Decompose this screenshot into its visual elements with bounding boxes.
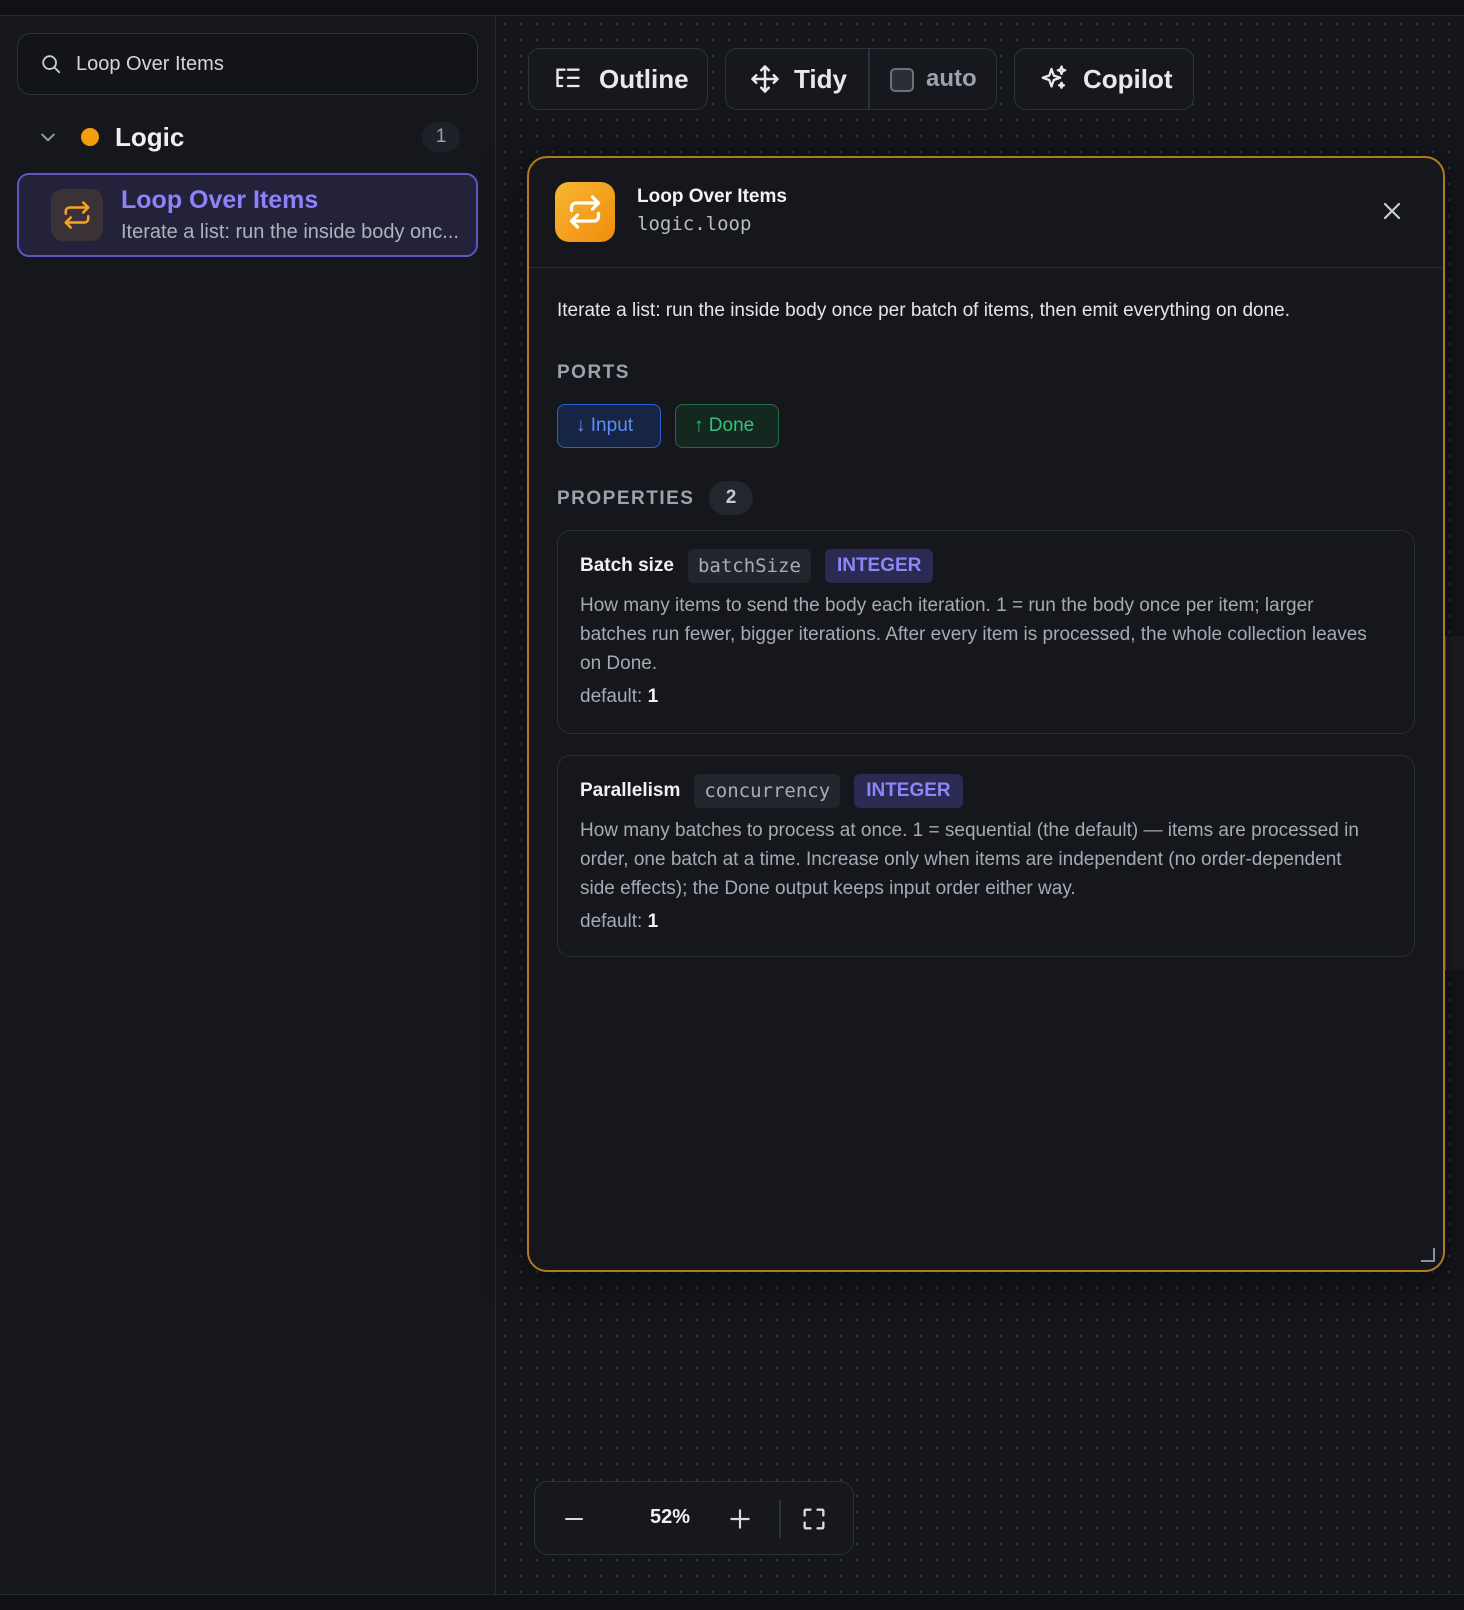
property-key: batchSize	[687, 549, 811, 583]
outline-button[interactable]: Outline	[528, 48, 708, 110]
property-name: Parallelism	[580, 780, 681, 801]
outline-label: Outline	[599, 63, 689, 94]
port-input[interactable]: ↓ Input	[557, 404, 661, 448]
property-type-badge: INTEGER	[824, 549, 934, 583]
panel-node-id: logic.loop	[637, 213, 752, 235]
zoom-level: 52%	[649, 1506, 691, 1528]
minus-icon[interactable]	[559, 1504, 589, 1534]
divider	[779, 1500, 781, 1538]
chevron-down-icon[interactable]	[35, 124, 61, 150]
bottom-bar	[0, 1594, 1464, 1610]
auto-tidy-label: auto	[926, 65, 977, 92]
default-value: 1	[647, 686, 659, 707]
close-icon[interactable]	[1377, 196, 1407, 226]
properties-count-badge: 2	[709, 481, 753, 515]
property-description: How many items to send the body each ite…	[580, 595, 1367, 674]
panel-header: Loop Over Items logic.loop	[529, 158, 1443, 268]
background-node-edge	[1445, 636, 1464, 970]
node-detail-panel: Loop Over Items logic.loop Iterate a lis…	[527, 156, 1445, 1272]
outline-icon	[553, 64, 583, 94]
properties-heading: PROPERTIES	[557, 488, 695, 509]
divider	[868, 49, 870, 109]
category-count-badge: 1	[422, 122, 460, 152]
default-label: default:	[580, 686, 643, 707]
loop-icon	[51, 189, 103, 241]
property-type-badge: INTEGER	[854, 774, 963, 808]
node-item-loop-over-items[interactable]: Loop Over Items Iterate a list: run the …	[17, 173, 478, 257]
property-card: Parallelism concurrency INTEGER How many…	[557, 755, 1415, 957]
fullscreen-icon[interactable]	[799, 1504, 829, 1534]
node-library-sidebar: Loop Over Items Logic 1 Loop Over Items …	[0, 16, 496, 1594]
category-logic[interactable]: Logic 1	[17, 114, 478, 160]
port-done[interactable]: ↑ Done	[675, 404, 779, 448]
search-value: Loop Over Items	[76, 52, 224, 75]
search-input[interactable]: Loop Over Items	[17, 33, 478, 95]
node-item-description: Iterate a list: run the inside body onc.…	[121, 221, 459, 243]
node-item-title: Loop Over Items	[121, 186, 319, 214]
resize-handle[interactable]	[1421, 1248, 1435, 1262]
category-color-dot	[81, 128, 99, 146]
search-icon	[38, 51, 64, 77]
category-name: Logic	[115, 121, 185, 152]
tidy-button-group[interactable]: Tidy auto	[725, 48, 997, 110]
property-key: concurrency	[694, 774, 841, 808]
property-card: Batch size batchSize INTEGER How many it…	[557, 530, 1415, 734]
zoom-controls: 52%	[534, 1481, 854, 1555]
move-icon	[750, 64, 780, 94]
panel-title: Loop Over Items	[637, 186, 787, 207]
copilot-label: Copilot	[1083, 63, 1173, 94]
property-name: Batch size	[580, 555, 674, 576]
plus-icon[interactable]	[725, 1504, 755, 1534]
copilot-button[interactable]: Copilot	[1014, 48, 1194, 110]
panel-description: Iterate a list: run the inside body once…	[557, 300, 1290, 321]
sparkles-icon	[1039, 64, 1069, 94]
tidy-label: Tidy	[794, 63, 847, 94]
property-default: default: 1	[580, 911, 658, 933]
ports-heading: PORTS	[557, 362, 630, 383]
default-value: 1	[647, 911, 659, 932]
property-default: default: 1	[580, 686, 658, 708]
property-description: How many batches to process at once. 1 =…	[580, 820, 1359, 899]
auto-tidy-checkbox[interactable]	[890, 68, 914, 92]
loop-icon	[555, 182, 615, 242]
top-bar	[0, 0, 1464, 16]
default-label: default:	[580, 911, 643, 932]
